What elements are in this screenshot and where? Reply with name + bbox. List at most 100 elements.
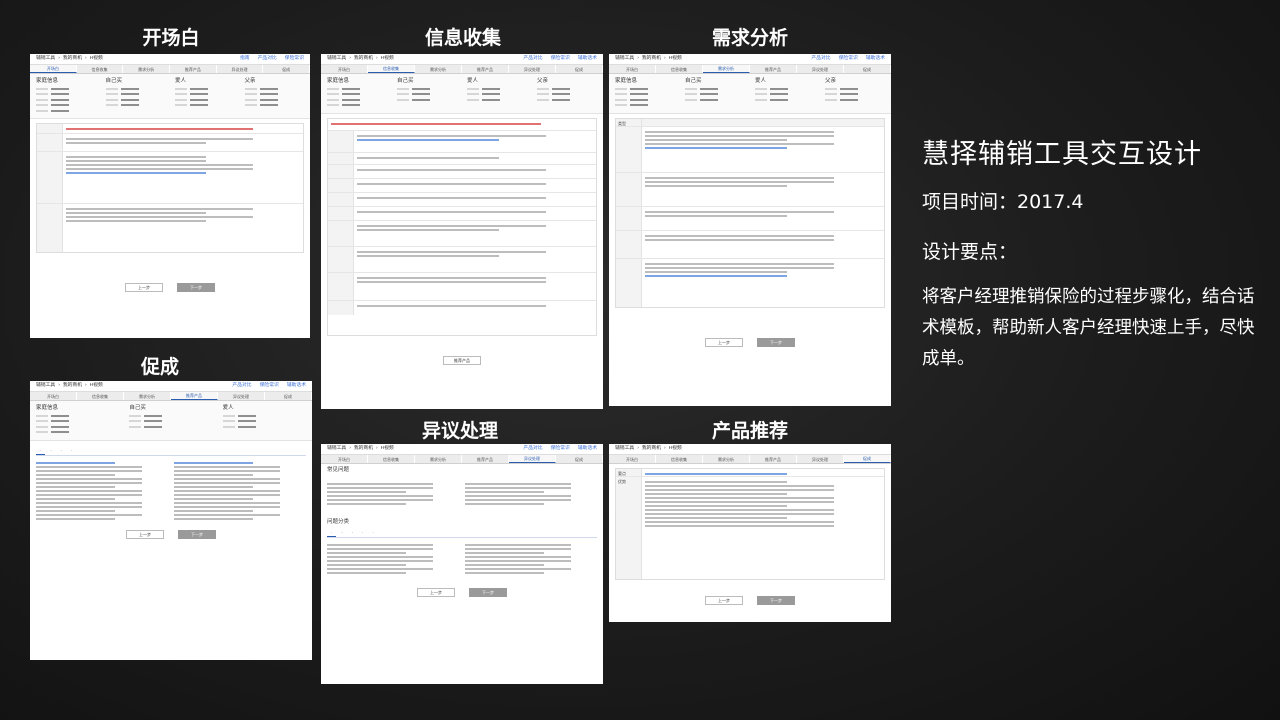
- crumb-tool[interactable]: 辅销工具: [327, 446, 346, 452]
- step-recommend[interactable]: 推荐产品: [170, 65, 217, 73]
- step-info[interactable]: 信息收集: [368, 455, 415, 463]
- screenshot-needs: 辅销工具 › 我的商机 › H视频 产品对比 保险常识 辅助话术 开场白 信息收集 需求…: [609, 54, 891, 406]
- script-table: [36, 123, 304, 254]
- step-objection[interactable]: 异议处理: [797, 455, 844, 463]
- step-objection[interactable]: 异议处理: [218, 392, 265, 400]
- step-recommend[interactable]: 推荐产品: [750, 455, 797, 463]
- crumb-biz[interactable]: 我的商机: [642, 446, 661, 452]
- link-compare[interactable]: 产品对比: [523, 446, 542, 452]
- step-objection[interactable]: 异议处理: [797, 65, 844, 73]
- family-info: 家庭信息 自己买 爱人: [30, 401, 312, 441]
- step-info[interactable]: 信息收集: [77, 65, 124, 73]
- issue-tabs: · · · · ·: [327, 529, 597, 538]
- link-knowledge[interactable]: 保险常识: [285, 56, 304, 62]
- next-button[interactable]: 下一步: [177, 283, 215, 293]
- step-opening[interactable]: 开场白: [30, 65, 77, 73]
- crumb-biz[interactable]: 我的商机: [354, 56, 373, 62]
- step-recommend[interactable]: 推荐产品: [750, 65, 797, 73]
- step-close[interactable]: 促成: [844, 65, 891, 73]
- tab-4[interactable]: ·: [67, 447, 76, 455]
- step-close[interactable]: 促成: [263, 65, 310, 73]
- step-needs[interactable]: 需求分析: [123, 65, 171, 73]
- next-button[interactable]: 下一步: [469, 587, 507, 597]
- link-scripts[interactable]: 辅助话术: [287, 383, 306, 389]
- tab-3[interactable]: ·: [57, 447, 66, 455]
- design-points-heading: 设计要点：: [922, 241, 1018, 263]
- next-button[interactable]: 下一步: [757, 596, 795, 605]
- step-recommend[interactable]: 推荐产品: [462, 455, 509, 463]
- step-close[interactable]: 促成: [844, 455, 891, 463]
- family-self: 自己买: [397, 78, 414, 84]
- tab-2[interactable]: ·: [46, 447, 55, 455]
- step-opening[interactable]: 开场白: [609, 65, 656, 73]
- link-compare[interactable]: 产品对比: [523, 56, 542, 62]
- link-scripts[interactable]: 辅助话术: [578, 446, 597, 452]
- step-info[interactable]: 信息收集: [77, 392, 124, 400]
- generate-button[interactable]: 推荐产品: [443, 355, 481, 365]
- family-info: 家庭信息 自己买 爱人 父亲: [321, 74, 603, 114]
- link-knowledge[interactable]: 保险常识: [260, 383, 279, 389]
- step-needs[interactable]: 需求分析: [415, 455, 462, 463]
- step-needs[interactable]: 需求分析: [415, 65, 462, 73]
- family-title: 家庭信息: [327, 78, 350, 84]
- crumb-tool[interactable]: 辅销工具: [615, 446, 634, 452]
- tab-1[interactable]: ·: [36, 447, 46, 455]
- issue-tab-1[interactable]: ·: [327, 529, 337, 537]
- step-opening[interactable]: 开场白: [30, 392, 77, 400]
- step-info[interactable]: 信息收集: [368, 65, 415, 73]
- next-button[interactable]: 下一步: [178, 529, 216, 539]
- link-compare[interactable]: 产品对比: [811, 56, 830, 62]
- link-scripts[interactable]: 辅助话术: [578, 56, 597, 62]
- crumb-biz[interactable]: 我的商机: [63, 56, 82, 62]
- prev-button[interactable]: 上一步: [705, 337, 743, 347]
- family-spouse: 爱人: [467, 78, 479, 84]
- link-knowledge[interactable]: 保险常识: [551, 56, 570, 62]
- prev-button[interactable]: 上一步: [705, 596, 743, 605]
- link-guide[interactable]: 指南: [240, 56, 250, 62]
- step-info[interactable]: 信息收集: [656, 455, 703, 463]
- step-opening[interactable]: 开场白: [321, 65, 368, 73]
- breadcrumb: 辅销工具 › 我的商机 › H视频 产品对比 保险常识 辅助话术: [30, 381, 312, 392]
- family-spouse: 爱人: [175, 78, 187, 84]
- step-opening[interactable]: 开场白: [321, 455, 368, 463]
- prev-button[interactable]: 上一步: [417, 587, 455, 597]
- step-needs[interactable]: 需求分析: [703, 455, 750, 463]
- issue-tab-5[interactable]: ·: [368, 529, 377, 537]
- crumb-biz[interactable]: 我的商机: [63, 383, 82, 389]
- step-close[interactable]: 促成: [556, 65, 603, 73]
- step-close[interactable]: 促成: [265, 392, 312, 400]
- step-objection[interactable]: 异议处理: [217, 65, 264, 73]
- step-opening[interactable]: 开场白: [609, 455, 656, 463]
- link-compare[interactable]: 产品对比: [232, 383, 251, 389]
- slide-title: 慧择辅销工具交互设计: [922, 139, 1202, 170]
- crumb-tool[interactable]: 辅销工具: [36, 56, 55, 62]
- issue-category-title: 问题分类: [327, 518, 350, 525]
- issue-list: [321, 538, 603, 580]
- section-label-objection: 异议处理: [421, 420, 499, 442]
- issue-tab-2[interactable]: ·: [337, 529, 346, 537]
- prev-button[interactable]: 上一步: [126, 529, 164, 539]
- next-button[interactable]: 下一步: [757, 337, 795, 347]
- link-knowledge[interactable]: 保险常识: [839, 56, 858, 62]
- crumb-biz[interactable]: 我的商机: [354, 446, 373, 452]
- link-compare[interactable]: 产品对比: [258, 56, 277, 62]
- crumb-tool[interactable]: 辅销工具: [327, 56, 346, 62]
- step-objection[interactable]: 异议处理: [509, 455, 556, 463]
- issue-tab-3[interactable]: ·: [348, 529, 357, 537]
- step-needs[interactable]: 需求分析: [124, 392, 171, 400]
- step-info[interactable]: 信息收集: [656, 65, 703, 73]
- link-scripts[interactable]: 辅助话术: [866, 56, 885, 62]
- family-info: 家庭信息 自己买 爱人 父亲: [30, 74, 310, 120]
- crumb-tool[interactable]: 辅销工具: [615, 56, 634, 62]
- crumb-tool[interactable]: 辅销工具: [36, 383, 55, 389]
- step-recommend[interactable]: 推荐产品: [171, 392, 218, 400]
- step-recommend[interactable]: 推荐产品: [462, 65, 509, 73]
- crumb-biz[interactable]: 我的商机: [642, 56, 661, 62]
- crumb-current: H视频: [89, 383, 103, 388]
- prev-button[interactable]: 上一步: [125, 283, 163, 293]
- step-needs[interactable]: 需求分析: [703, 65, 750, 73]
- step-objection[interactable]: 异议处理: [509, 65, 556, 73]
- link-knowledge[interactable]: 保险常识: [551, 446, 570, 452]
- issue-tab-4[interactable]: ·: [358, 529, 367, 537]
- step-close[interactable]: 促成: [556, 455, 603, 463]
